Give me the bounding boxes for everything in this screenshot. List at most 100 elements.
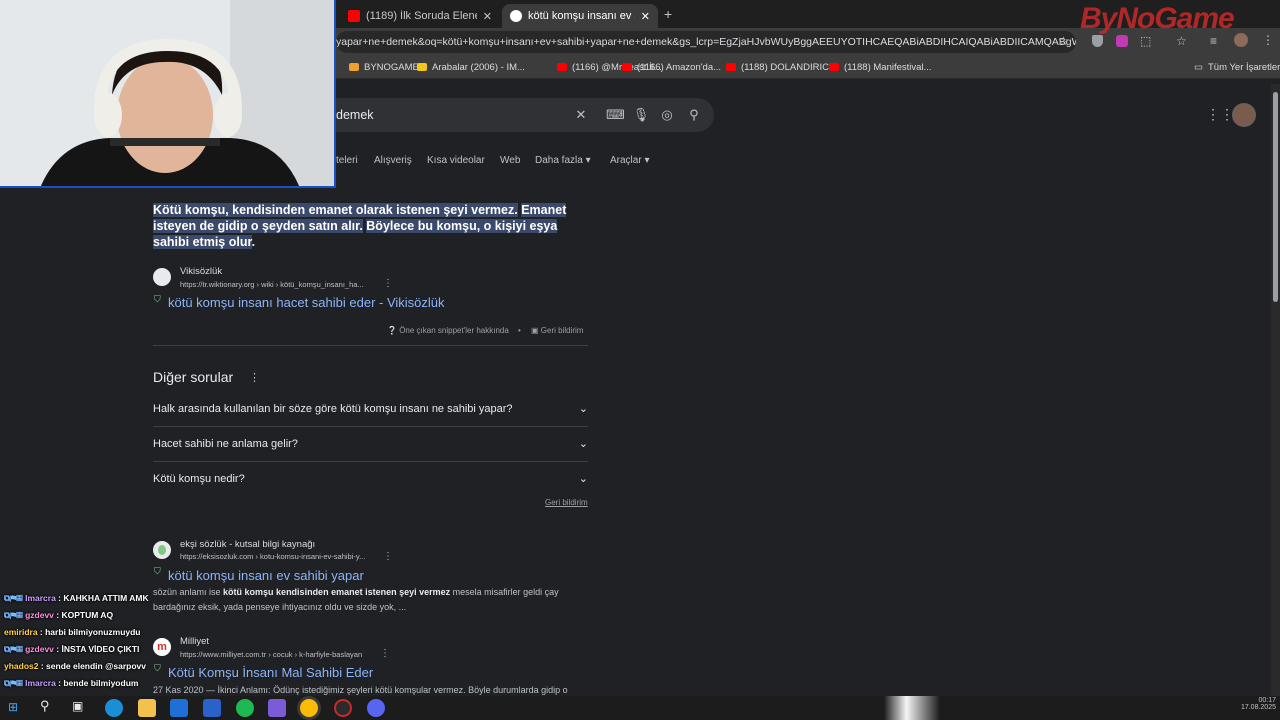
chat-username: lmarcra <box>25 678 56 688</box>
store-icon[interactable] <box>203 699 221 717</box>
bookmark-item[interactable]: Arabalar (2006) - IM... <box>417 58 525 76</box>
bookmark-favicon-icon <box>726 63 736 71</box>
scrollbar-thumb[interactable] <box>1273 92 1278 302</box>
paa-question[interactable]: Hacet sahibi ne anlama gelir? ⌄ <box>153 426 588 462</box>
snippet-sentence-1: Kötü komşu, kendisinden emanet olarak is… <box>153 203 518 217</box>
more-options-icon[interactable]: ⋮ <box>380 648 390 659</box>
chat-message: ⧉⚑▦ gzdevv : KOPTUM AQ <box>4 610 113 621</box>
edge-icon[interactable] <box>105 699 123 717</box>
bookmark-item[interactable]: (1166) Amazon'da... <box>622 58 721 76</box>
tab-search-icon[interactable]: ≡ <box>1210 34 1217 48</box>
chat-badge-icon: ⧉⚑▦ <box>4 678 26 688</box>
result-url[interactable]: https://www.milliyet.com.tr › cocuk › k-… <box>180 650 362 659</box>
result-description: 27 Kas 2020 — İkinci Anlamı: Ödünç isted… <box>153 685 568 695</box>
menu-icon[interactable]: ⋮ <box>1262 33 1274 47</box>
chat-badge-icon: ⧉⚑▦ <box>4 593 26 603</box>
all-bookmarks[interactable]: ▭ Tüm Yer İşaretleri <box>1194 58 1280 76</box>
task-view-icon[interactable]: ▣ <box>72 699 83 713</box>
bookmark-favicon-icon <box>622 63 632 71</box>
tab-youtube[interactable]: (1189) İlk Soruda Elenen Yarışm ✕ <box>340 4 500 28</box>
more-options-icon[interactable]: ⋮ <box>383 551 393 562</box>
chat-message: emiridra : harbi bilmiyonuzmuydu <box>4 627 141 637</box>
result-source-name[interactable]: Milliyet <box>180 636 209 647</box>
google-icon <box>510 10 522 22</box>
obs-icon[interactable] <box>334 699 352 717</box>
source-name[interactable]: Vikisözlük <box>180 266 222 277</box>
chevron-down-icon: ▾ <box>585 155 591 166</box>
verified-shield-icon: ⛉ <box>154 663 161 673</box>
close-icon[interactable]: ✕ <box>483 10 492 23</box>
tab-images[interactable]: teleri <box>336 155 358 166</box>
bookmark-label: (1188) DOLANDIRIC... <box>741 61 837 73</box>
paa-question[interactable]: Kötü komşu nedir? ⌄ <box>153 461 588 496</box>
bookmark-item[interactable]: BYNOGAME <box>349 58 419 76</box>
result-title[interactable]: kötü komşu insanı ev sahibi yapar <box>168 568 364 583</box>
chat-text: : KAHKHA ATTIM AMK <box>55 593 149 603</box>
snippet-result-title[interactable]: kötü komşu insanı hacet sahibi eder - Vi… <box>168 295 445 310</box>
close-icon[interactable]: ✕ <box>641 10 650 23</box>
file-explorer-icon[interactable] <box>138 699 156 717</box>
desc-text: sözün anlamı ise <box>153 587 224 597</box>
taskbar-decoration <box>884 696 940 720</box>
bookmark-item[interactable]: (1188) DOLANDIRIC... <box>726 58 837 76</box>
paa-question[interactable]: Halk arasında kullanılan bir söze göre k… <box>153 391 588 427</box>
address-bar[interactable]: yapar+ne+demek&oq=kötü+komşu+insanı+ev+s… <box>336 31 1076 53</box>
account-avatar[interactable] <box>1232 103 1256 127</box>
chevron-down-icon: ⌄ <box>578 403 588 415</box>
tab-google-search[interactable]: kötü komşu insanı ev sahibi yap ✕ <box>502 4 658 28</box>
app-icon[interactable] <box>268 699 286 717</box>
snippet-about-link[interactable]: ❔ Öne çıkan snippet'ler hakkında <box>387 326 509 335</box>
bookmark-star-icon[interactable]: ☆ <box>1058 34 1069 48</box>
bookmark-favicon-icon <box>557 63 567 71</box>
help-icon: ❔ <box>387 326 397 335</box>
chrome-icon[interactable] <box>300 699 318 717</box>
tab-more[interactable]: Daha fazla ▾ <box>535 155 591 166</box>
search-icon[interactable]: ⚲ <box>40 698 50 714</box>
chat-message: ⧉⚑▦ gzdevv : İNSTA VİDEO ÇIKTI <box>4 644 139 655</box>
result-title[interactable]: Kötü Komşu İnsanı Mal Sahibi Eder <box>168 665 373 680</box>
clear-icon[interactable]: ✕ <box>572 106 590 124</box>
discord-icon[interactable] <box>367 699 385 717</box>
tab-tools[interactable]: Araçlar ▾ <box>610 155 650 166</box>
chat-text: : bende bilmiyodum <box>55 678 139 688</box>
chat-username: gzdevv <box>25 610 54 620</box>
tab-shopping[interactable]: Alışveriş <box>374 155 412 166</box>
apps-grid-icon[interactable]: ⋮⋮ <box>1206 106 1234 123</box>
result-description: sözün anlamı ise kötü komşu kendisinden … <box>153 585 593 615</box>
system-clock[interactable]: 00:17 17.08.2025 <box>1238 697 1276 711</box>
tab-web[interactable]: Web <box>500 155 520 166</box>
result-url[interactable]: https://eksisozluk.com › kotu-komsu-insa… <box>180 552 365 561</box>
search-box[interactable] <box>330 98 714 132</box>
source-url[interactable]: https://tr.wiktionary.org › wiki › kötü_… <box>180 280 364 289</box>
search-icon[interactable]: ⚲ <box>685 106 703 124</box>
lens-icon[interactable]: ◎ <box>658 106 676 124</box>
profile-avatar[interactable] <box>1234 33 1248 47</box>
streamer-webcam-image <box>0 0 334 186</box>
snippet-feedback-link[interactable]: ▣ Geri bildirim <box>531 326 583 335</box>
extensions-puzzle-icon[interactable]: ⬚ <box>1140 34 1151 48</box>
result-source-name[interactable]: ekşi sözlük - kutsal bilgi kaynağı <box>180 539 315 550</box>
spotify-icon[interactable] <box>236 699 254 717</box>
mail-icon[interactable] <box>170 699 188 717</box>
tab-short-videos[interactable]: Kısa videolar <box>427 155 485 166</box>
shield-extension-icon[interactable] <box>1092 35 1103 47</box>
snippet-sentence-2b: isteyen de gidip o şeyden satın alır. <box>153 219 363 233</box>
tab-title: kötü komşu insanı ev sahibi yap <box>528 10 635 22</box>
extension-icon[interactable] <box>1116 35 1128 47</box>
windows-start-icon[interactable]: ⊞ <box>8 700 18 714</box>
bookmark-favicon-icon <box>349 63 359 71</box>
dot-separator: • <box>518 326 521 335</box>
snippet-sentence-3a: Böylece bu komşu, o kişiyi eşya <box>366 219 558 233</box>
keyboard-icon[interactable]: ⌨ <box>606 106 625 124</box>
search-input[interactable]: demek <box>336 108 374 122</box>
bookmarks-star-icon[interactable]: ☆ <box>1176 34 1187 48</box>
more-options-icon[interactable]: ⋮ <box>383 278 393 289</box>
desc-bold: kötü komşu kendisinden emanet istenen şe… <box>223 587 451 597</box>
new-tab-button[interactable]: + <box>664 6 672 22</box>
microphone-icon[interactable]: 🎙 <box>632 106 650 124</box>
snippet-feedback-label: Geri bildirim <box>540 326 584 335</box>
bookmark-item[interactable]: (1188) Manifestival... <box>829 58 931 76</box>
paa-feedback-link[interactable]: Geri bildirim <box>545 498 588 507</box>
paa-more-icon[interactable]: ⋮ <box>249 371 260 384</box>
taskbar <box>0 696 1280 720</box>
